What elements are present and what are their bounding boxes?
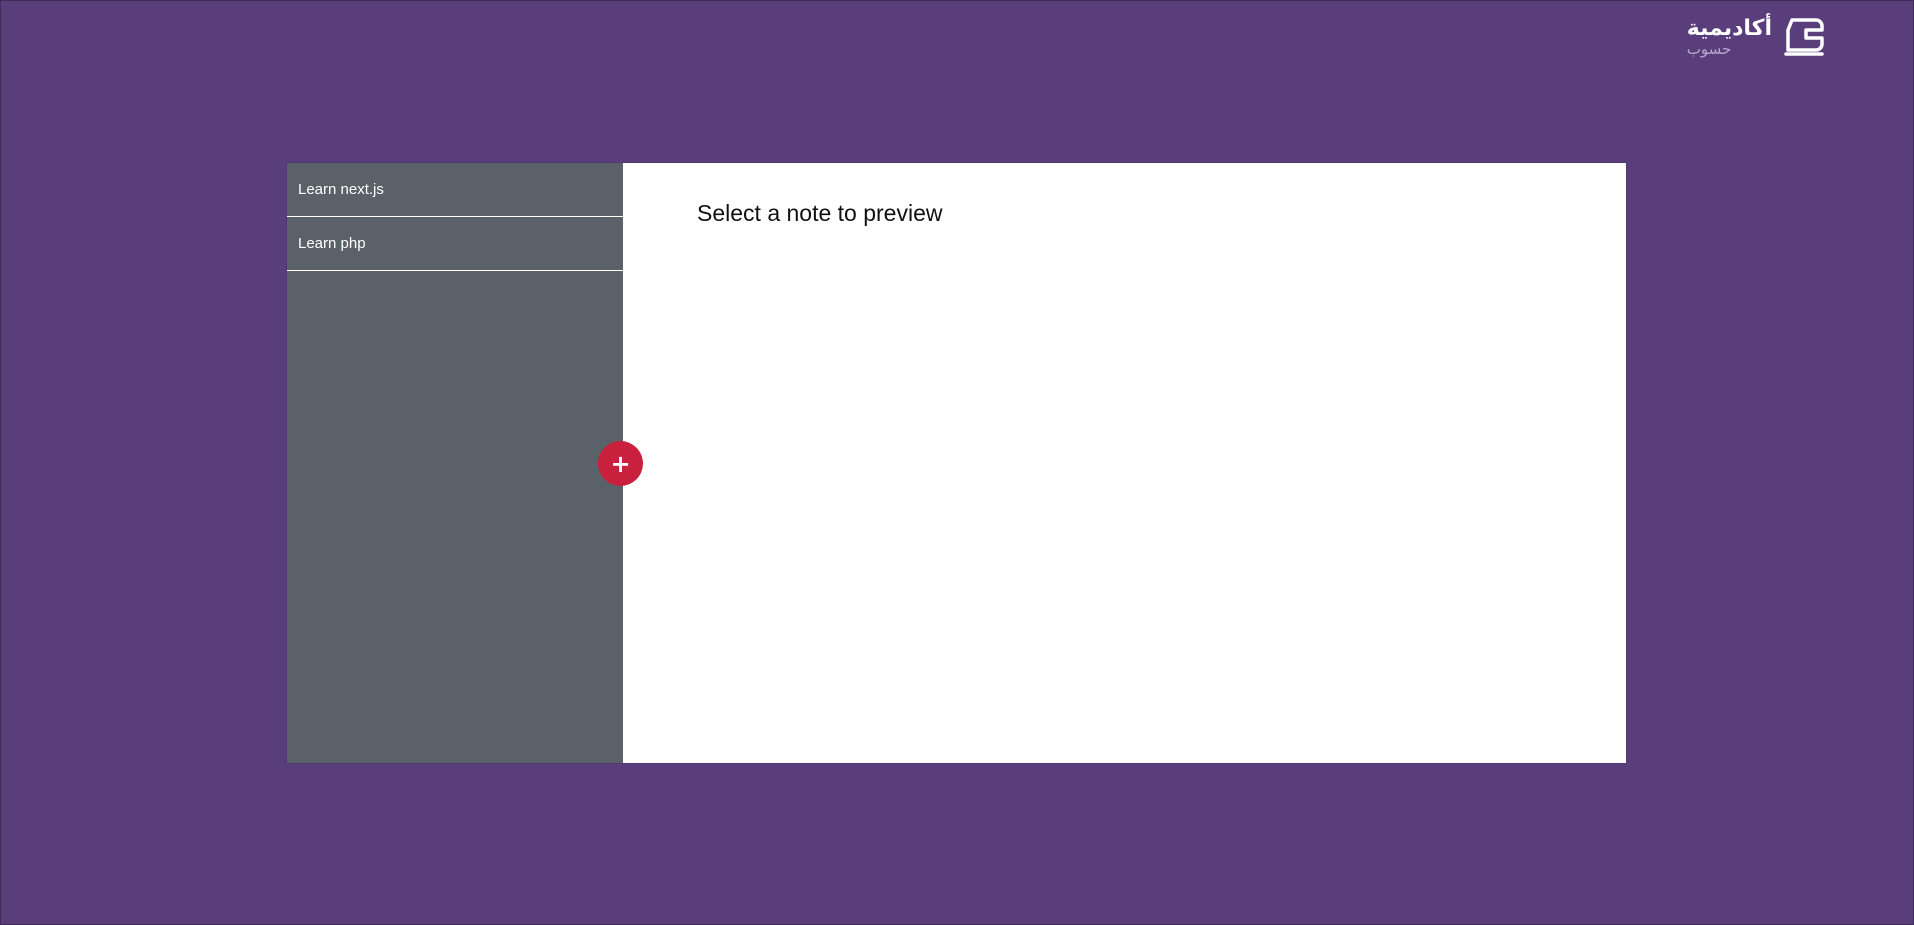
note-list-item[interactable]: Learn php [287, 217, 623, 271]
logo-title: أكاديمية [1686, 15, 1772, 41]
logo-subtitle: حسوب [1686, 39, 1732, 58]
notes-app: Learn next.js Learn php + Select a note … [287, 163, 1626, 763]
note-preview-pane: Select a note to preview [623, 163, 1626, 763]
note-list-item[interactable]: Learn next.js [287, 163, 623, 217]
hsoub-academy-logo-icon [1784, 18, 1824, 56]
note-title: Learn next.js [298, 181, 384, 198]
note-title: Learn php [298, 235, 366, 252]
notes-sidebar: Learn next.js Learn php + [287, 163, 643, 763]
add-note-button[interactable]: + [598, 441, 643, 486]
preview-placeholder-title: Select a note to preview [697, 200, 943, 226]
plus-icon: + [610, 449, 631, 478]
logo[interactable]: أكاديمية حسوب [1687, 16, 1826, 58]
logo-text: أكاديمية حسوب [1686, 15, 1772, 58]
